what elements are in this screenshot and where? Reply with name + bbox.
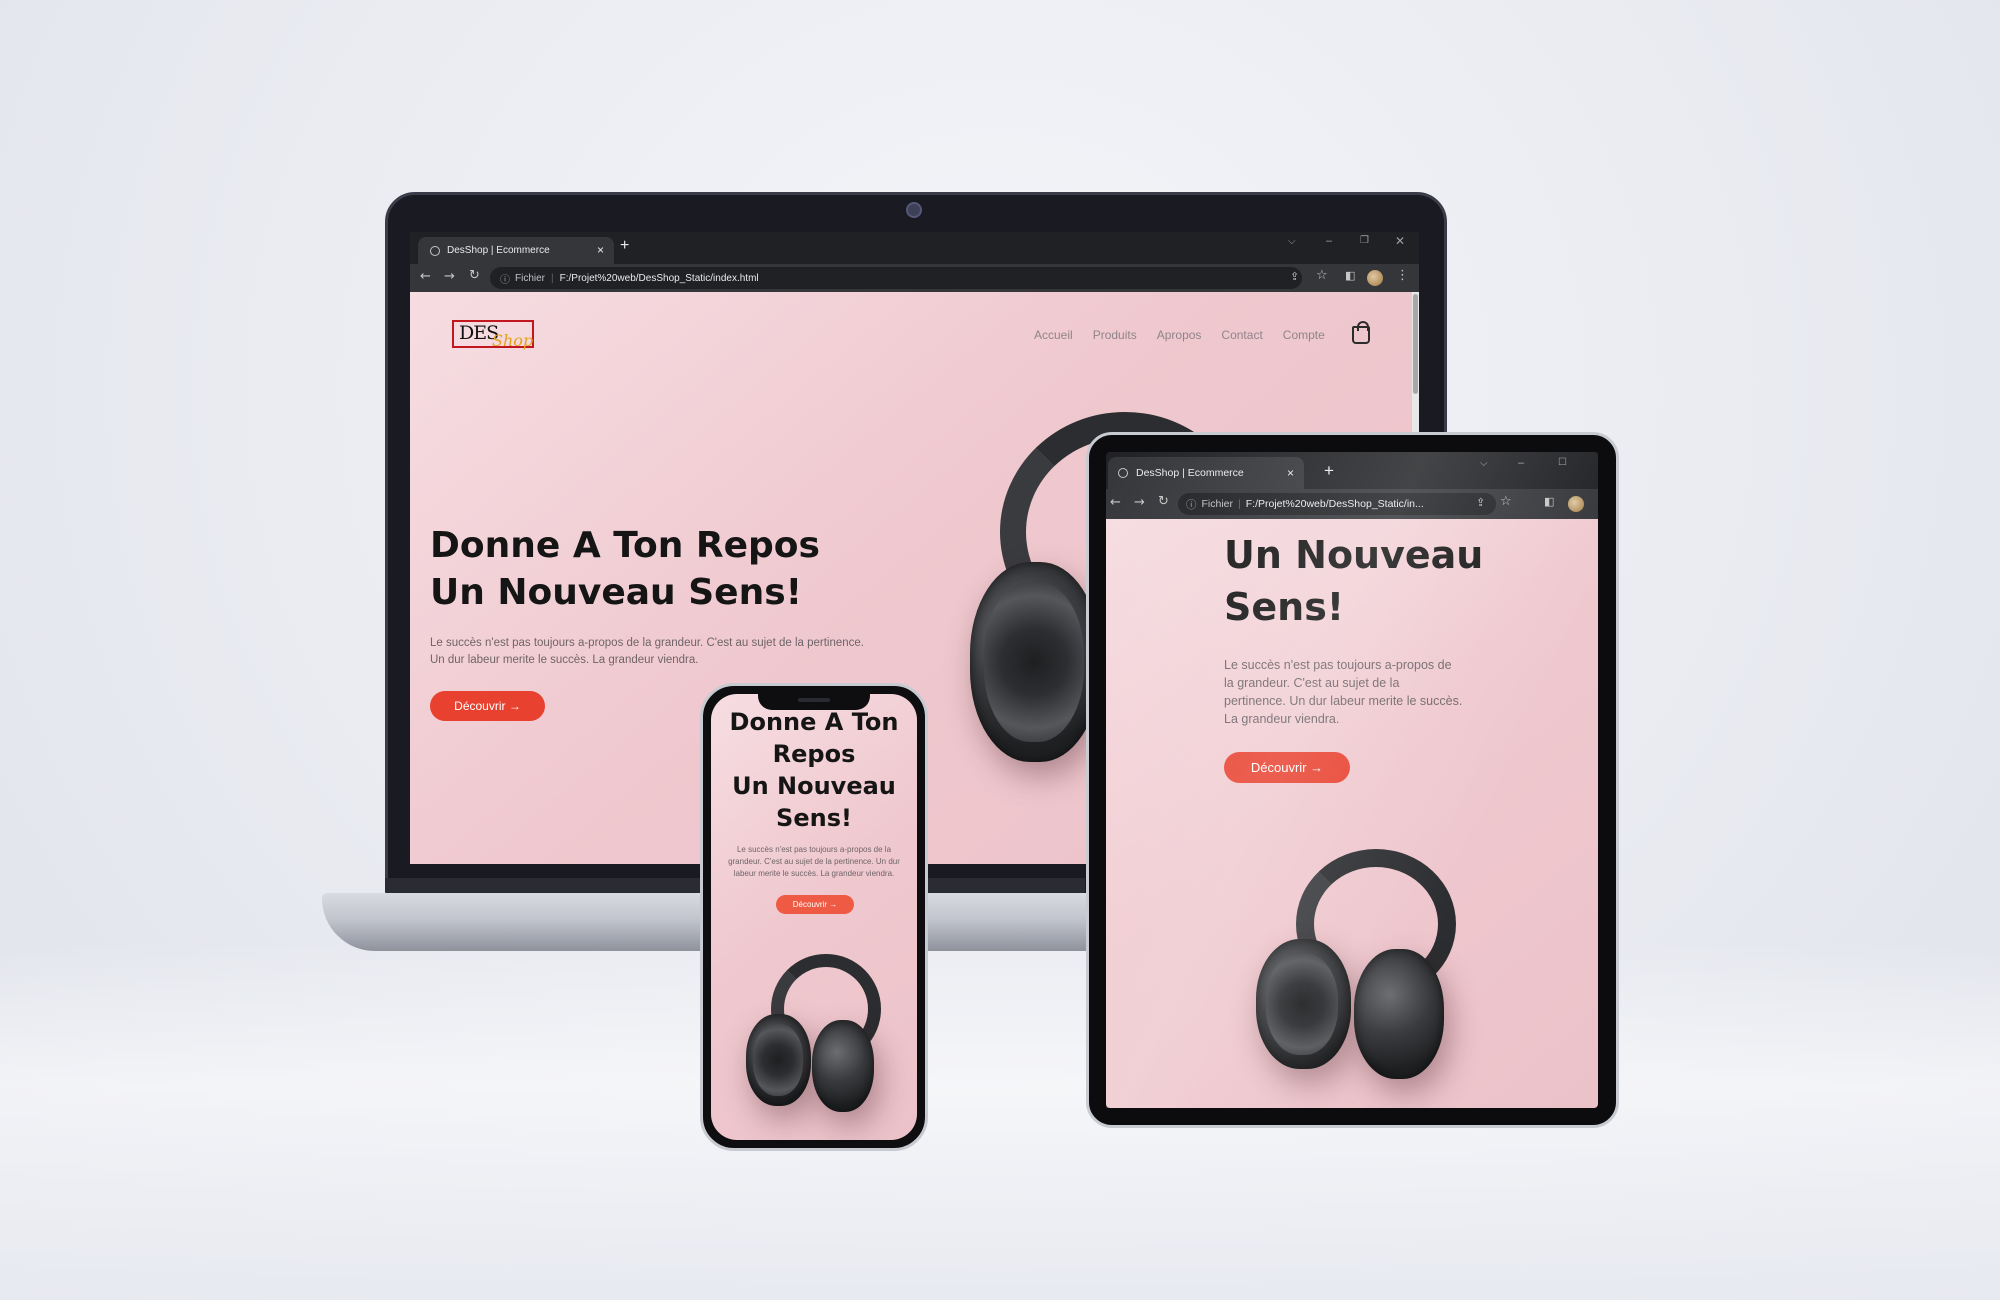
back-arrow-icon[interactable]: ← (420, 269, 431, 284)
shopping-bag-icon[interactable] (1352, 321, 1370, 344)
tablet-avatar-icon[interactable] (1568, 496, 1584, 512)
share-icon[interactable]: ⇪ (1290, 270, 1299, 283)
nav-item-accueil[interactable]: Accueil (1034, 328, 1073, 342)
hero-title: Donne A Ton Repos Un Nouveau Sens! (430, 522, 820, 616)
separator: | (551, 272, 554, 284)
tablet-reload-icon[interactable]: ↻ (1158, 494, 1169, 509)
tablet-hero-page: Un Nouveau Sens! Le succès n'est pas tou… (1106, 519, 1598, 1108)
tablet-browser-tab[interactable]: DesShop | Ecommerce × (1108, 457, 1304, 489)
plus-icon[interactable]: + (620, 237, 629, 255)
reflective-floor (0, 940, 2000, 1300)
more-icon[interactable]: ⋮ (1396, 268, 1409, 283)
tablet-dropdown-icon[interactable]: ⌵ (1480, 458, 1488, 469)
tablet-restore-icon[interactable]: ☐ (1558, 457, 1567, 468)
tablet-hero-title-line2: Sens! (1224, 585, 1345, 629)
toolbar: ← → ↻ ⓘ Fichier | F:/Projet%20web/DesSho… (410, 264, 1419, 292)
security-label: Fichier (515, 272, 546, 284)
phone-hero-title-line1: Donne A Ton (729, 708, 899, 736)
tablet-sidebar-icon[interactable]: ◧ (1544, 495, 1554, 508)
browser-tab[interactable]: DesShop | Ecommerce × (418, 237, 614, 264)
tablet-toolbar: ← → ↻ ⓘ Fichier | F:/Projet%20web/DesSho… (1106, 489, 1598, 519)
nav-item-compte[interactable]: Compte (1283, 328, 1325, 342)
logo-secondary: Shop (492, 331, 534, 350)
phone-headphones-image (746, 954, 886, 1124)
tablet-info-icon: ⓘ (1186, 498, 1197, 511)
star-icon[interactable]: ☆ (1316, 268, 1328, 283)
tablet-address-bar[interactable]: ⓘ Fichier | F:/Projet%20web/DesShop_Stat… (1178, 493, 1496, 515)
tablet-plus-icon[interactable]: + (1324, 461, 1334, 481)
tablet-separator: | (1238, 498, 1241, 510)
globe-icon (430, 245, 440, 256)
tablet-tab-title: DesShop | Ecommerce (1136, 467, 1244, 479)
phone-hero-title-line2: Repos (772, 740, 856, 768)
nav-item-apropos[interactable]: Apropos (1157, 328, 1202, 342)
discover-button[interactable]: Découvrir → (430, 691, 545, 721)
phone-notch (758, 692, 870, 710)
main-nav: Accueil Produits Apropos Contact Compte (1034, 328, 1325, 342)
phone-hero-title: Donne A Ton Repos Un Nouveau Sens! (711, 706, 917, 834)
tablet-hero-text-line3: pertinence. Un dur labeur merite le succ… (1224, 694, 1463, 708)
hero-text-line2: Un dur labeur merite le succès. La grand… (430, 654, 699, 666)
phone-screen: Donne A Ton Repos Un Nouveau Sens! Le su… (711, 694, 917, 1140)
site-logo[interactable]: DES Shop (452, 320, 534, 350)
hero-title-line2: Un Nouveau Sens! (430, 572, 803, 613)
nav-item-produits[interactable]: Produits (1093, 328, 1137, 342)
minimize-icon[interactable]: – (1326, 235, 1332, 247)
phone-hero-text-line1: Le succès n'est pas toujours a-propos de… (736, 845, 892, 854)
tablet-back-arrow-icon[interactable]: ← (1110, 495, 1121, 510)
forward-arrow-icon[interactable]: → (444, 269, 455, 284)
tablet-hero-text-line2: la grandeur. C'est au sujet de la (1224, 676, 1400, 690)
tablet-star-icon[interactable]: ☆ (1500, 494, 1512, 509)
tablet-minimize-icon[interactable]: – (1518, 457, 1524, 469)
tablet-screen: DesShop | Ecommerce × + ⌵ – ☐ ← → ↻ ⓘ Fi… (1106, 452, 1598, 1108)
laptop-camera (906, 202, 922, 218)
avatar-icon[interactable] (1367, 270, 1383, 286)
tablet-globe-icon (1118, 468, 1128, 478)
tablet-close-icon[interactable]: × (1287, 466, 1294, 480)
hero-description: Le succès n'est pas toujours a-propos de… (430, 635, 864, 669)
url-text: F:/Projet%20web/DesShop_Static/index.htm… (559, 272, 759, 284)
tab-title: DesShop | Ecommerce (447, 245, 550, 256)
phone-hero-title-line4: Sens! (776, 804, 852, 832)
address-bar[interactable]: ⓘ Fichier | F:/Projet%20web/DesShop_Stat… (490, 267, 1302, 289)
hero-text-line1: Le succès n'est pas toujours a-propos de… (430, 637, 864, 649)
phone-hero-title-line3: Un Nouveau (732, 772, 896, 800)
tablet-tab-strip: DesShop | Ecommerce × + ⌵ – ☐ (1106, 452, 1598, 489)
close-window-icon[interactable]: ✕ (1395, 234, 1405, 248)
info-icon: ⓘ (500, 274, 510, 286)
phone-hero-text-line2: grandeur. C'est au sujet de la pertinenc… (728, 857, 900, 866)
phone-hero-description: Le succès n'est pas toujours a-propos de… (711, 844, 917, 880)
sidebar-icon[interactable]: ◧ (1345, 269, 1355, 282)
dropdown-icon[interactable]: ⌵ (1288, 236, 1296, 247)
hero-title-line1: Donne A Ton Repos (430, 525, 820, 566)
restore-icon[interactable]: ❐ (1360, 235, 1369, 246)
tablet-share-icon[interactable]: ⇪ (1476, 496, 1485, 509)
phone-hero-text-line3: labeur merite le succès. La grandeur vie… (733, 869, 895, 878)
tablet-hero-text-line1: Le succès n'est pas toujours a-propos de (1224, 658, 1452, 672)
tablet-hero-description: Le succès n'est pas toujours a-propos de… (1224, 656, 1462, 728)
reload-icon[interactable]: ↻ (469, 268, 480, 283)
tab-strip: DesShop | Ecommerce × + ⌵ – ❐ ✕ (410, 232, 1419, 264)
tablet-hero-text-line4: La grandeur viendra. (1224, 712, 1340, 726)
tablet-security-label: Fichier (1201, 498, 1234, 510)
tablet-headphones-image (1256, 849, 1456, 1099)
nav-item-contact[interactable]: Contact (1221, 328, 1262, 342)
close-icon[interactable]: × (597, 243, 604, 257)
tablet-hero-title-line1: Un Nouveau (1224, 533, 1484, 577)
tablet-discover-button[interactable]: Découvrir → (1224, 752, 1350, 783)
tablet-hero-title: Un Nouveau Sens! (1224, 529, 1483, 633)
scrollbar-thumb[interactable] (1413, 294, 1418, 394)
tablet-url-text: F:/Projet%20web/DesShop_Static/in... (1245, 498, 1424, 510)
tablet-forward-arrow-icon[interactable]: → (1134, 495, 1145, 510)
phone-discover-button[interactable]: Découvrir → (776, 895, 854, 914)
